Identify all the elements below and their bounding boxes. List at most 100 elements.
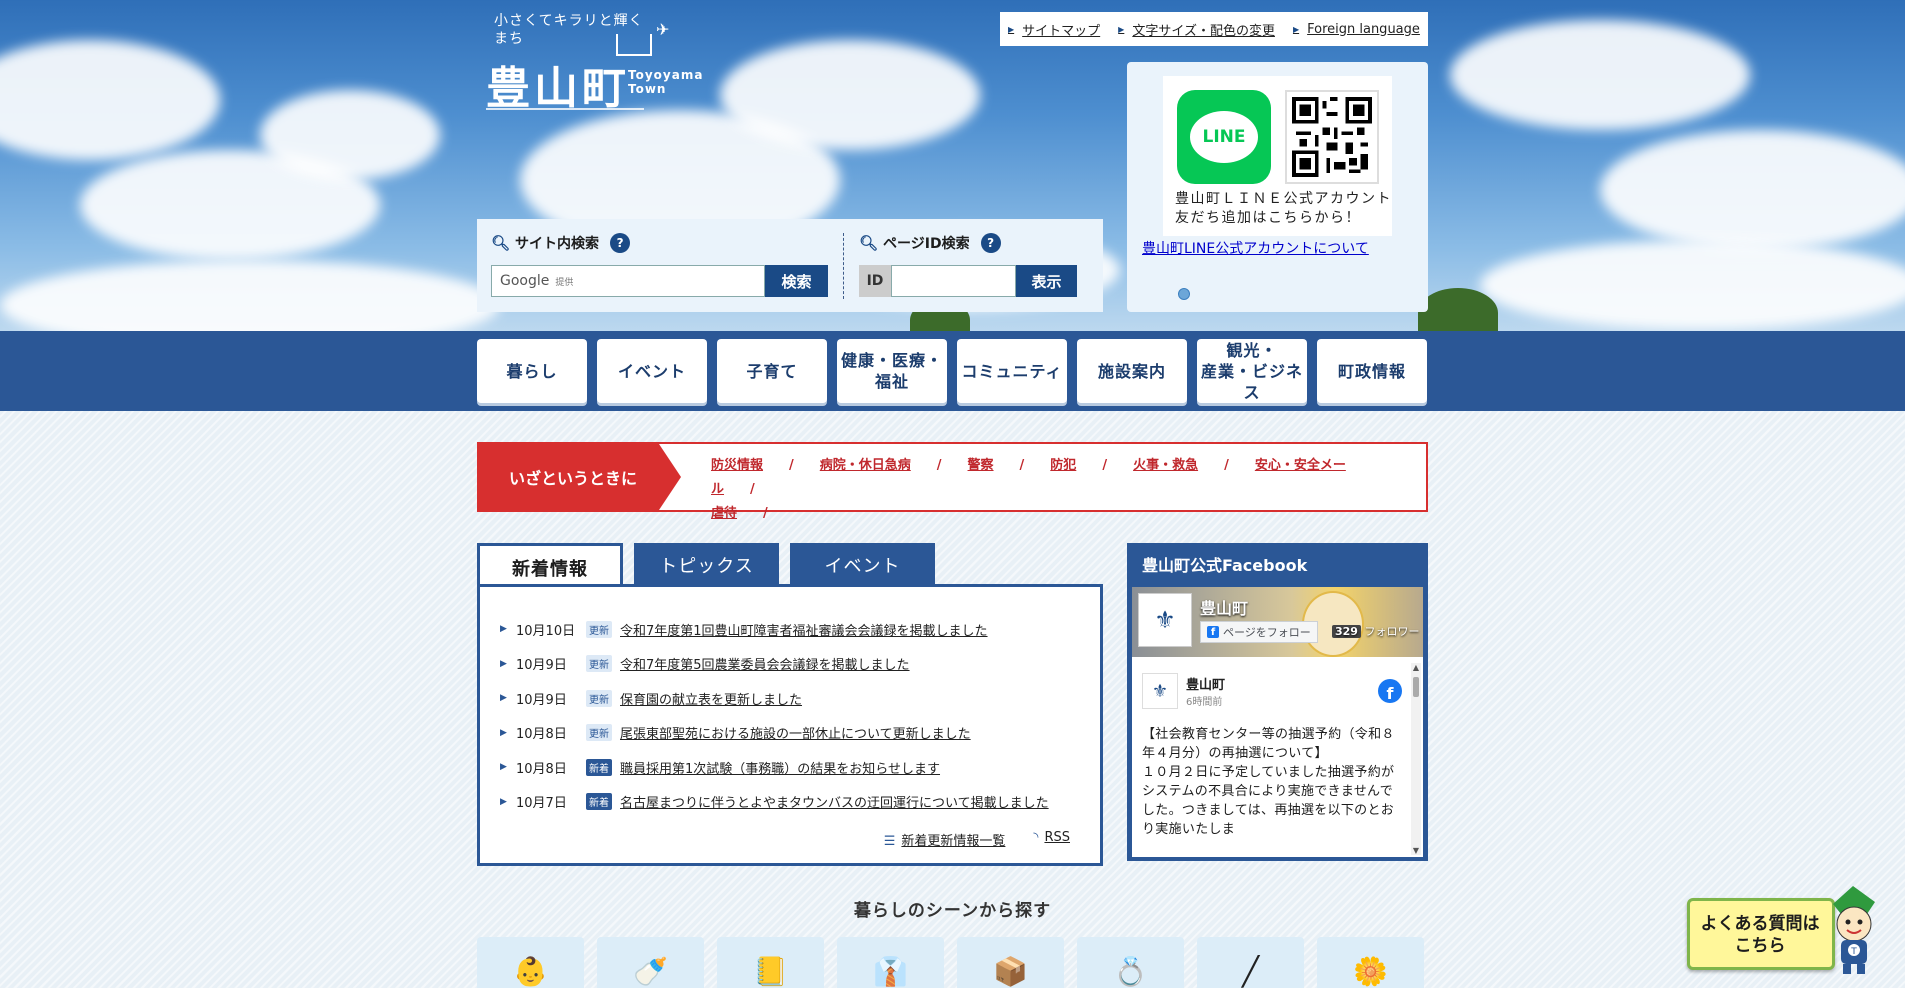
tab-new-info[interactable]: 新着情報 (477, 543, 623, 589)
font-size-color-link-label: 文字サイズ・配色の変更 (1132, 23, 1275, 39)
news-badge: 新着 (586, 758, 612, 776)
emergency-link-safety-mail[interactable]: 安心・安全メール (711, 458, 1346, 497)
news-title-link[interactable]: 令和7年度第5回農業委員会会議録を掲載しました (620, 654, 910, 673)
line-account-link[interactable]: 豊山町LINE公式アカウントについて (1142, 238, 1369, 258)
town-emblem-icon[interactable]: ⚜ (1142, 673, 1178, 709)
scene-childcare[interactable]: 🍼 (597, 937, 704, 988)
bottle-icon: 🍼 (633, 955, 668, 988)
nav-childcare[interactable]: 子育て (717, 339, 827, 403)
page-id-input[interactable] (891, 265, 1016, 297)
facebook-logo-icon[interactable]: f (1378, 679, 1402, 703)
scroll-down-icon[interactable]: ▼ (1411, 846, 1421, 855)
scene-birth[interactable]: 👶 (477, 937, 584, 988)
nav-living[interactable]: 暮らし (477, 339, 587, 403)
facebook-page-name[interactable]: 豊山町 (1200, 595, 1248, 619)
news-item: ▶ 10月8日 新着 職員採用第1次試験（事務職）の結果をお知らせします (500, 750, 1049, 785)
site-logo[interactable]: 小さくてキラリと輝くまち ✈ 豊山町 Toyoyama Town (486, 12, 706, 114)
line-caption-line1: 豊山町ＬＩＮＥ公式アカウント (1175, 191, 1392, 207)
logo-underline (486, 108, 644, 110)
news-footer: ☰ 新着更新情報一覧 ◝ RSS (884, 830, 1070, 849)
nav-tourism-business[interactable]: 観光・ 産業・ビジネス (1197, 339, 1307, 403)
scene-moving[interactable]: 📦 (957, 937, 1064, 988)
post-text: 【社会教育センター等の抽選予約（令和８年４月分）の再抽選について】 １０月２日に… (1142, 727, 1395, 837)
cane-icon: ╱ (1242, 955, 1259, 988)
baby-icon: 👶 (513, 955, 548, 988)
ring-icon: 💍 (1113, 955, 1148, 988)
facebook-followers: 329 フォロワー (1332, 623, 1419, 639)
faq-banner[interactable]: よくある質問は こちら (1687, 898, 1835, 970)
post-time[interactable]: 6時間前 (1186, 693, 1225, 708)
utility-links: ▶ サイトマップ ▶ 文字サイズ・配色の変更 ▶ Foreign language (1000, 12, 1428, 46)
news-list-link-label: 新着更新情報一覧 (901, 834, 1006, 849)
facebook-post: ⚜ 豊山町 6時間前 f 【社会教育センター等の抽選予約（令和８年４月分）の再抽… (1132, 663, 1412, 853)
emergency-link-disaster[interactable]: 防災情報 (711, 458, 763, 473)
line-caption-line2: 友だち追加はこちらから！ (1175, 210, 1361, 226)
news-date: 10月10日 (516, 623, 576, 639)
scene-school[interactable]: 📒 (717, 937, 824, 988)
news-title-link[interactable]: 保育園の献立表を更新しました (620, 689, 802, 708)
news-title-link[interactable]: 令和7年度第1回豊山町障害者福祉審議会会議録を掲載しました (620, 620, 988, 639)
facebook-follow-button[interactable]: f ページをフォロー (1200, 621, 1318, 643)
emergency-link-crime-prevention[interactable]: 防犯 (1050, 458, 1076, 473)
news-badge: 更新 (586, 620, 612, 638)
facebook-title: 豊山町公式Facebook (1142, 556, 1308, 575)
help-icon[interactable]: ? (980, 233, 1001, 253)
news-item: ▶ 10月7日 新着 名古屋まつりに伴うとよやまタウンバスの迂回運行について掲載しまし… (500, 785, 1049, 820)
powered-label: 提供 (555, 277, 574, 288)
scroll-up-icon[interactable]: ▲ (1411, 663, 1421, 672)
page-id-search-label: ページID検索 (883, 236, 970, 252)
emergency-link-police[interactable]: 警察 (968, 458, 994, 473)
news-tabs: 新着情報 トピックス イベント (477, 543, 935, 589)
rss-link-label: RSS (1044, 830, 1070, 845)
page-id-show-button[interactable]: 表示 (1016, 265, 1077, 297)
tab-topics[interactable]: トピックス (634, 543, 779, 586)
post-author[interactable]: 豊山町 (1186, 674, 1225, 693)
rss-link[interactable]: ◝ RSS (1033, 830, 1070, 849)
triangle-icon: ▶ (500, 693, 507, 704)
nav-facilities[interactable]: 施設案内 (1077, 339, 1187, 403)
help-icon[interactable]: ? (610, 233, 631, 253)
slider-dot[interactable] (1178, 288, 1190, 300)
follow-label: ページをフォロー (1223, 626, 1311, 639)
scene-marriage[interactable]: 💍 (1077, 937, 1184, 988)
foreign-language-link[interactable]: ▶ Foreign language (1293, 22, 1420, 37)
scene-employment[interactable]: 👔 (837, 937, 944, 988)
news-date: 10月8日 (516, 761, 567, 777)
followers-count: 329 (1332, 625, 1361, 638)
tab-events[interactable]: イベント (790, 543, 935, 586)
nav-health-welfare[interactable]: 健康・医療・ 福祉 (837, 339, 947, 403)
faq-line2: こちら (1734, 936, 1786, 956)
suit-icon: 👔 (873, 955, 908, 988)
news-item: ▶ 10月9日 更新 令和7年度第5回農業委員会会議録を掲載しました (500, 647, 1049, 682)
scene-heading: 暮らしのシーンから探す (853, 901, 1052, 921)
mascot-icon[interactable]: T (1823, 884, 1885, 976)
scrollbar-thumb[interactable] (1413, 677, 1419, 697)
global-nav: 暮らし イベント 子育て 健康・医療・ 福祉 コミュニティ 施設案内 観光・ 産… (477, 339, 1428, 403)
page-id-search-title: 🔍︎ ページID検索? (859, 233, 1001, 253)
site-search-input[interactable]: Google 提供 (491, 265, 765, 297)
news-title-link[interactable]: 尾張東部聖苑における施設の一部休止について更新しました (620, 723, 971, 742)
site-search-button[interactable]: 検索 (765, 265, 828, 297)
emergency-heading: いざというときに (479, 444, 681, 510)
nav-town-administration[interactable]: 町政情報 (1317, 339, 1427, 403)
nav-events[interactable]: イベント (597, 339, 707, 403)
scene-elderly[interactable]: ╱ (1197, 937, 1304, 988)
emergency-link-hospital[interactable]: 病院・休日急病 (820, 458, 911, 473)
scene-list: 👶 🍼 📒 👔 📦 💍 ╱ 🌼 (477, 937, 1428, 988)
font-size-color-link[interactable]: ▶ 文字サイズ・配色の変更 (1118, 20, 1275, 39)
news-list-link[interactable]: ☰ 新着更新情報一覧 (884, 830, 1006, 849)
scene-condolence[interactable]: 🌼 (1317, 937, 1424, 988)
nav-community[interactable]: コミュニティ (957, 339, 1067, 403)
emergency-link-abuse[interactable]: 虐待 (711, 506, 737, 521)
news-title-link[interactable]: 職員採用第1次試験（事務職）の結果をお知らせします (620, 758, 940, 777)
town-emblem-icon[interactable]: ⚜ (1138, 593, 1192, 647)
qr-code-icon (1285, 90, 1379, 184)
facebook-scrollbar[interactable]: ▲ ▼ (1411, 663, 1421, 855)
news-badge: 更新 (586, 689, 612, 707)
facebook-f-icon: f (1207, 626, 1219, 638)
line-banner[interactable]: LINE 豊山町ＬＩＮＥ公式アカウント 友だち追加はこちらから！ (1163, 76, 1392, 236)
emergency-link-fire-ambulance[interactable]: 火事・救急 (1133, 458, 1198, 473)
sitemap-link[interactable]: ▶ サイトマップ (1008, 20, 1100, 39)
news-badge: 更新 (586, 724, 612, 742)
news-title-link[interactable]: 名古屋まつりに伴うとよやまタウンバスの迂回運行について掲載しました (620, 792, 1049, 811)
